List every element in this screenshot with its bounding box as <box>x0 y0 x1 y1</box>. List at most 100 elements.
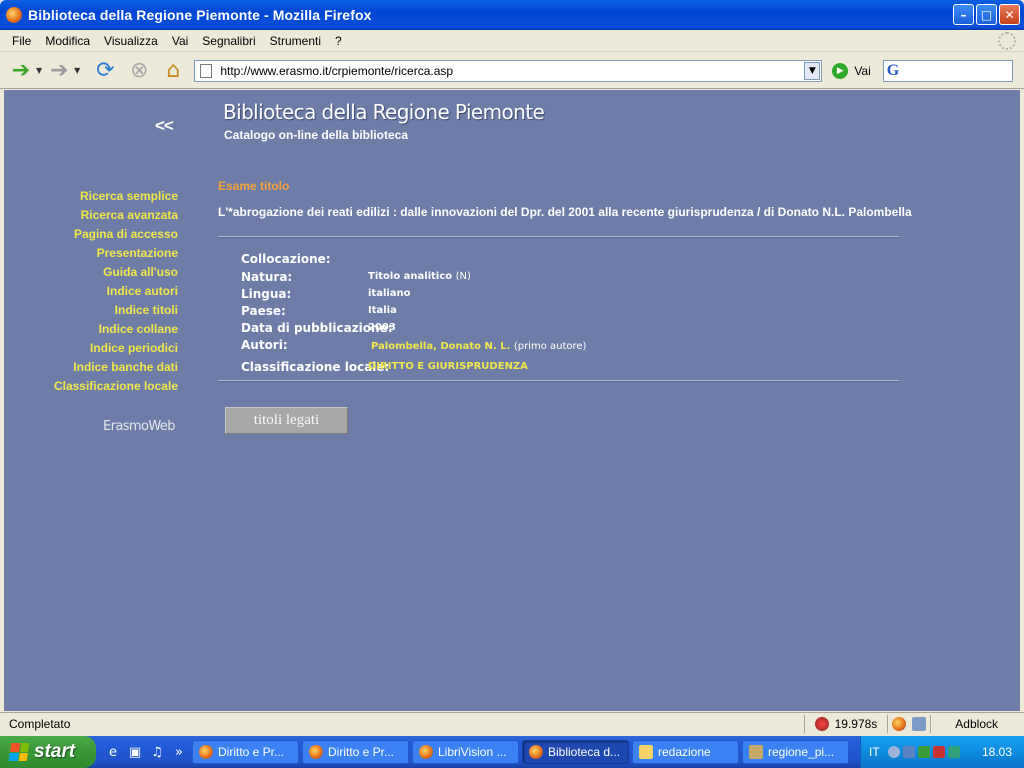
tray-icons <box>887 746 960 758</box>
menu-file[interactable]: File <box>10 34 33 48</box>
task-label: regione_pi... <box>768 745 835 759</box>
lingua-label: Lingua: <box>241 287 292 301</box>
reload-icon[interactable]: ⟳ <box>92 58 118 84</box>
maximize-button[interactable]: □ <box>976 4 997 25</box>
nav-ricerca-avanzata[interactable]: Ricerca avanzata <box>24 206 178 225</box>
menu-bar: File Modifica Visualizza Vai Segnalibri … <box>0 30 1024 52</box>
nav-guida[interactable]: Guida all'uso <box>24 263 178 282</box>
load-timer: 19.978s <box>809 716 884 731</box>
status-separator <box>887 714 889 733</box>
menu-strumenti[interactable]: Strumenti <box>268 34 323 48</box>
music-icon[interactable]: ♫ <box>148 743 166 761</box>
taskbar: start e ▣ ♫ » Diritto e Pr... Diritto e … <box>0 736 1024 768</box>
nav-indice-banche-dati[interactable]: Indice banche dati <box>24 358 178 377</box>
firefox-icon <box>529 745 543 759</box>
home-icon[interactable]: ⌂ <box>160 58 186 84</box>
task-label: redazione <box>658 745 711 759</box>
nav-indice-titoli[interactable]: Indice titoli <box>24 301 178 320</box>
status-separator <box>803 714 805 733</box>
task-button[interactable]: Diritto e Pr... <box>192 740 299 764</box>
throbber-icon <box>998 32 1016 50</box>
load-time: 19.978s <box>834 716 878 731</box>
task-label: Diritto e Pr... <box>218 745 285 759</box>
back-arrow-icon[interactable]: ➔ <box>8 58 34 84</box>
titoli-legati-button[interactable]: titoli legati <box>225 407 348 434</box>
status-text: Completato <box>9 716 71 731</box>
start-button[interactable]: start <box>0 736 96 768</box>
firefox-icon <box>6 7 22 23</box>
natura-label: Natura: <box>241 270 293 284</box>
firefox-status-icon[interactable] <box>892 716 907 731</box>
menu-visualizza[interactable]: Visualizza <box>102 34 160 48</box>
extension-icon[interactable] <box>814 716 829 731</box>
start-label: start <box>34 741 76 762</box>
tray-s-icon[interactable] <box>947 746 960 758</box>
page-content: << Biblioteca della Regione Piemonte Cat… <box>4 90 1020 711</box>
section-label: Esame titolo <box>218 179 290 193</box>
nav-indice-autori[interactable]: Indice autori <box>24 282 178 301</box>
adblock-label[interactable]: Adblock <box>935 717 1024 731</box>
nav-classificazione-locale[interactable]: Classificazione locale <box>24 377 178 396</box>
close-button[interactable]: ✕ <box>999 4 1020 25</box>
go-button-label[interactable]: Vai <box>854 64 870 78</box>
tray-app-icon[interactable] <box>917 746 930 758</box>
network-icon[interactable] <box>902 746 915 758</box>
autori-note: (primo autore) <box>513 341 587 352</box>
nav-pagina-di-accesso[interactable]: Pagina di accesso <box>24 225 178 244</box>
author-link[interactable]: Palombella, Donato N. L. <box>371 341 510 352</box>
task-label: Diritto e Pr... <box>328 745 395 759</box>
divider <box>218 380 899 382</box>
menu-help[interactable]: ? <box>333 34 344 48</box>
firefox-icon <box>309 745 323 759</box>
window-title: Biblioteca della Regione Piemonte - Mozi… <box>28 7 372 23</box>
forward-dropdown-icon[interactable]: ▼ <box>74 66 80 75</box>
task-button[interactable]: LibriVision ... <box>412 740 519 764</box>
language-indicator[interactable]: IT <box>869 745 880 759</box>
ie-icon[interactable]: e <box>104 743 122 761</box>
nav-indice-collane[interactable]: Indice collane <box>24 320 178 339</box>
firefox-icon <box>199 745 213 759</box>
google-icon[interactable]: G <box>887 62 899 80</box>
go-icon[interactable]: ▶ <box>832 62 849 79</box>
media-icon[interactable]: ▣ <box>126 743 144 761</box>
task-button-active[interactable]: Biblioteca d... <box>522 740 629 764</box>
window-titlebar[interactable]: Biblioteca della Regione Piemonte - Mozi… <box>0 0 1024 30</box>
menu-segnalibri[interactable]: Segnalibri <box>200 34 257 48</box>
quick-launch: e ▣ ♫ » <box>104 743 188 761</box>
search-box[interactable]: G <box>882 59 1013 82</box>
task-button[interactable]: redazione <box>632 740 739 764</box>
forward-arrow-icon[interactable]: ➔ <box>46 58 72 84</box>
minimize-button[interactable]: – <box>953 4 974 25</box>
status-separator <box>930 714 932 733</box>
clock: 18.03 <box>981 745 1012 759</box>
site-title: Biblioteca della Regione Piemonte <box>223 100 545 124</box>
task-button[interactable]: regione_pi... <box>742 740 849 764</box>
task-label: Biblioteca d... <box>548 745 621 759</box>
divider <box>218 236 899 238</box>
autori-value: Palombella, Donato N. L. (primo autore) <box>371 341 586 352</box>
address-url[interactable]: http://www.erasmo.it/crpiemonte/ricerca.… <box>220 64 453 78</box>
task-button[interactable]: Diritto e Pr... <box>302 740 409 764</box>
nav-indice-periodici[interactable]: Indice periodici <box>24 339 178 358</box>
nav-ricerca-semplice[interactable]: Ricerca semplice <box>24 187 178 206</box>
erasmoweb-logo: ErasmoWeb <box>103 419 175 434</box>
navigation-toolbar: ➔ ▼ ➔ ▼ ⟳ ⊗ ⌂ http://www.erasmo.it/crpie… <box>0 53 1024 89</box>
windows-logo-icon <box>8 743 30 761</box>
paese-value: Italia <box>368 305 397 316</box>
page-info-icon[interactable] <box>912 716 927 731</box>
tray-arrow-icon[interactable] <box>887 746 900 758</box>
firefox-icon <box>419 745 433 759</box>
nav-presentazione[interactable]: Presentazione <box>24 244 178 263</box>
stop-icon[interactable]: ⊗ <box>126 58 152 84</box>
quicklaunch-more-icon[interactable]: » <box>170 743 188 761</box>
shield-icon[interactable] <box>932 746 945 758</box>
classificazione-link[interactable]: DIRITTO E GIURISPRUDENZA <box>368 361 528 372</box>
address-dropdown-icon[interactable]: ▼ <box>804 61 821 80</box>
paese-label: Paese: <box>241 304 286 318</box>
address-bar[interactable]: http://www.erasmo.it/crpiemonte/ricerca.… <box>194 59 823 82</box>
menu-vai[interactable]: Vai <box>170 34 190 48</box>
back-link[interactable]: << <box>155 116 174 136</box>
back-dropdown-icon[interactable]: ▼ <box>36 66 42 75</box>
data-pubblicazione-value: 2003 <box>368 322 396 333</box>
menu-modifica[interactable]: Modifica <box>43 34 92 48</box>
